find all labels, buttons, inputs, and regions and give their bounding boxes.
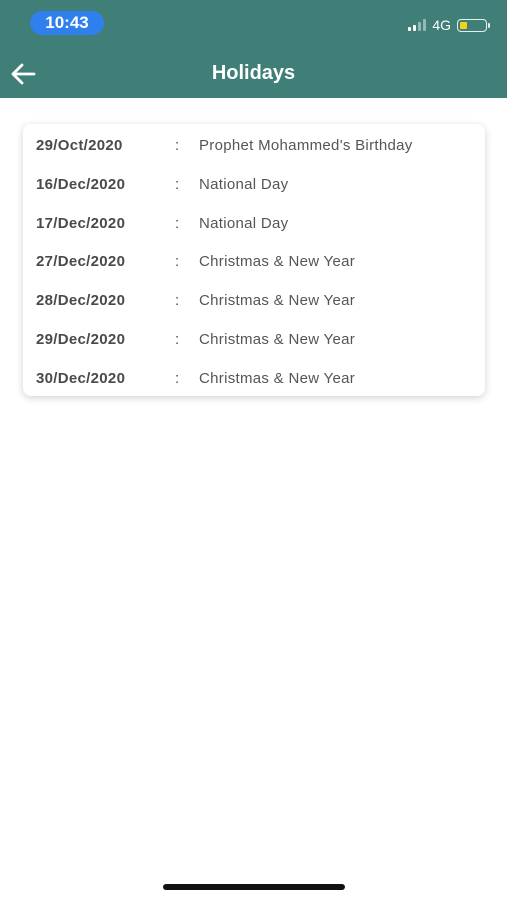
separator: : [175,214,180,232]
nav-bar: Holidays [0,52,507,96]
separator: : [175,253,180,271]
holiday-date: 27/Dec/2020 [36,253,126,271]
list-item: 29/Oct/2020 : Prophet Mohammed's Birthda… [23,126,485,165]
holiday-date: 30/Dec/2020 [36,369,126,387]
holiday-date: 29/Dec/2020 [36,330,126,348]
holiday-date: 29/Oct/2020 [36,137,123,154]
separator: : [175,292,180,310]
list-item: 28/Dec/2020 : Christmas & New Year [23,281,485,320]
list-item: 16/Dec/2020 : National Day [23,165,485,204]
home-indicator[interactable] [163,884,345,890]
holiday-date: 16/Dec/2020 [36,175,126,193]
holiday-name: Christmas & New Year [199,253,356,271]
holiday-name: Christmas & New Year [199,292,356,310]
holiday-name: Christmas & New Year [199,369,356,387]
list-item: 17/Dec/2020 : National Day [23,204,485,243]
list-item: 30/Dec/2020 : Christmas & New Year [23,359,485,398]
separator: : [175,330,180,348]
separator: : [175,137,180,154]
network-label: 4G [432,17,451,33]
app-header: 10:43 4G Holidays [0,0,507,98]
separator: : [175,175,180,193]
separator: : [175,369,180,387]
list-item: 29/Dec/2020 : Christmas & New Year [23,320,485,359]
status-indicators: 4G [408,15,490,35]
signal-icon [408,19,427,31]
holiday-date: 28/Dec/2020 [36,292,126,310]
holiday-date: 17/Dec/2020 [36,214,126,232]
holiday-name: National Day [199,175,289,193]
holidays-card: 29/Oct/2020 : Prophet Mohammed's Birthda… [23,124,485,396]
list-item: 27/Dec/2020 : Christmas & New Year [23,242,485,281]
battery-icon [457,18,490,32]
holiday-name: National Day [199,214,289,232]
status-bar: 10:43 4G [0,0,507,44]
status-time: 10:43 [30,11,104,35]
page-title: Holidays [211,62,296,84]
holiday-name: Prophet Mohammed's Birthday [199,137,413,154]
holiday-name: Christmas & New Year [199,330,356,348]
